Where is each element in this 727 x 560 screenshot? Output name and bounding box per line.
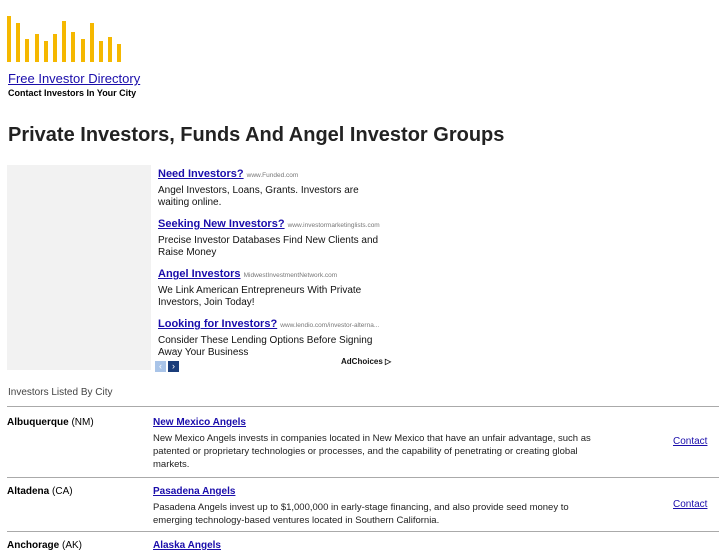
listing-row: Albuquerque (NM) New Mexico Angels New M…: [7, 417, 719, 473]
divider: [7, 477, 719, 478]
ad-description: We Link American Entrepreneurs With Priv…: [158, 285, 362, 308]
logo-bar: [16, 23, 21, 62]
ad-url[interactable]: www.Funded.com: [247, 172, 299, 179]
investor-name-link[interactable]: New Mexico Angels: [153, 417, 246, 428]
city-name: Anchorage: [7, 540, 60, 551]
city-name: Albuquerque: [7, 417, 69, 428]
logo-bar: [43, 41, 48, 62]
investor-description: Pasadena Angels invest up to $1,000,000 …: [153, 502, 569, 526]
contact-link[interactable]: Contact: [673, 499, 707, 510]
city-state: (CA): [52, 486, 73, 497]
logo-bar: [7, 16, 11, 62]
city-state: (AK): [62, 540, 83, 551]
ad-item: Need Investors? www.Funded.com Angel Inv…: [158, 168, 392, 209]
site-title-link[interactable]: Free Investor Directory: [8, 71, 140, 86]
divider: [7, 531, 719, 532]
ad-item: Angel Investors MidwestInvestmentNetwork…: [158, 268, 392, 309]
ad-list: Need Investors? www.Funded.com Angel Inv…: [158, 168, 392, 368]
site-subtitle: Contact Investors In Your City: [8, 88, 137, 98]
logo-bar: [34, 34, 39, 62]
ad-item: Seeking New Investors? www.investormarke…: [158, 218, 392, 259]
ad-title-link[interactable]: Seeking New Investors?: [158, 218, 285, 230]
site-logo[interactable]: [7, 16, 127, 62]
logo-bar: [62, 21, 67, 62]
city-state: (NM): [71, 417, 94, 428]
page-title: Private Investors, Funds And Angel Inves…: [8, 124, 505, 146]
logo-bar: [80, 39, 85, 62]
chevron-left-icon[interactable]: ‹: [155, 361, 166, 372]
investor-name-link[interactable]: Pasadena Angels: [153, 486, 235, 497]
logo-bar: [53, 34, 57, 62]
logo-bar: [99, 41, 103, 62]
logo-bar: [89, 23, 94, 62]
listing-row: Altadena (CA) Pasadena Angels Pasadena A…: [7, 486, 719, 528]
ad-item: Looking for Investors? www.lendio.com/in…: [158, 318, 392, 359]
listing-city: Altadena (CA): [7, 486, 73, 497]
ad-title-link[interactable]: Looking for Investors?: [158, 318, 277, 330]
ad-placeholder: [7, 165, 151, 370]
ad-url[interactable]: www.lendio.com/investor-alterna...: [280, 322, 379, 329]
city-name: Altadena: [7, 486, 50, 497]
contact-link[interactable]: Contact: [673, 436, 707, 447]
section-label: Investors Listed By City: [8, 387, 113, 398]
ad-url[interactable]: www.investormarketinglists.com: [288, 222, 380, 229]
ad-title-link[interactable]: Angel Investors: [158, 268, 241, 280]
logo-bar: [25, 39, 30, 62]
listing-city: Anchorage (AK): [7, 540, 82, 551]
logo-bar: [117, 44, 122, 62]
adchoices-link[interactable]: AdChoices ▷: [341, 357, 391, 366]
ad-description: Angel Investors, Loans, Grants. Investor…: [158, 185, 359, 208]
listing-city: Albuquerque (NM): [7, 417, 94, 428]
listing-row: Anchorage (AK) Alaska Angels: [7, 540, 719, 560]
ad-description: Precise Investor Databases Find New Clie…: [158, 235, 379, 258]
investor-name-link[interactable]: Alaska Angels: [153, 540, 221, 551]
divider: [7, 406, 719, 407]
ad-title-link[interactable]: Need Investors?: [158, 168, 244, 180]
logo-bar: [71, 32, 76, 62]
logo-bar: [108, 37, 113, 62]
chevron-right-icon[interactable]: ›: [168, 361, 179, 372]
investor-description: New Mexico Angels invests in companies l…: [153, 433, 591, 470]
ad-pagination: ‹ ›: [155, 356, 181, 374]
ad-url[interactable]: MidwestInvestmentNetwork.com: [244, 272, 338, 279]
ad-description: Consider These Lending Options Before Si…: [158, 335, 373, 358]
